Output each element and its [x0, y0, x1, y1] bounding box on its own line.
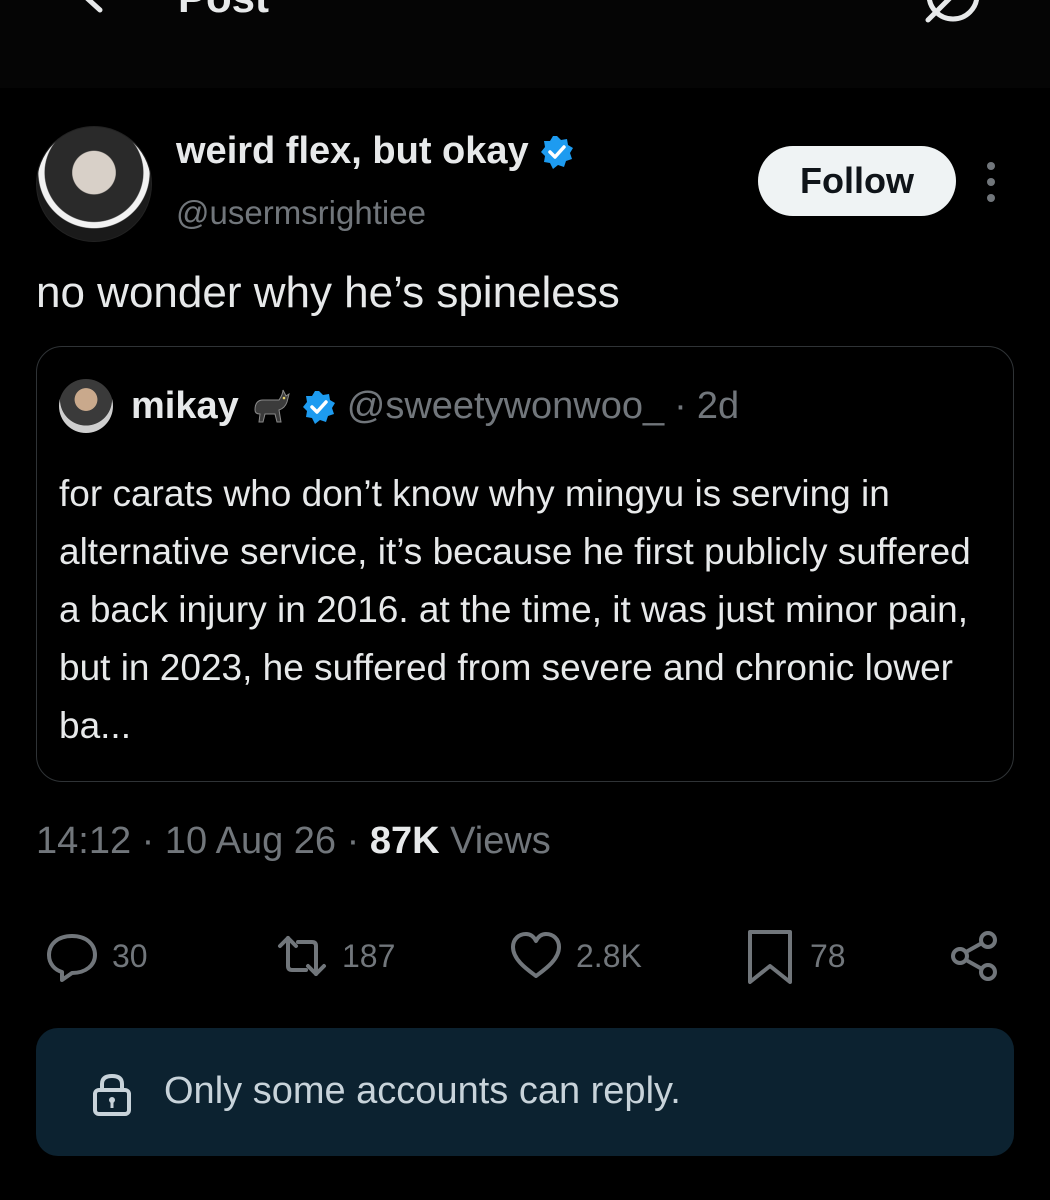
post-meta: 14:12 · 10 Aug 26 · 87K Views — [36, 820, 551, 863]
like-button[interactable]: 2.8K — [508, 928, 642, 984]
separator-dot: · — [346, 820, 360, 862]
quoted-post[interactable]: mikay @sweetywonwoo_ · 2d for carats who… — [36, 346, 1014, 782]
quoted-timestamp: 2d — [696, 385, 740, 427]
post-text: no wonder why he’s spineless — [36, 268, 620, 317]
top-bar: Post — [0, 0, 1050, 88]
post-time: 14:12 — [36, 820, 132, 862]
separator-dot: · — [674, 385, 687, 427]
verified-badge-icon — [302, 390, 335, 424]
repost-button[interactable]: 187 — [274, 928, 395, 984]
quoted-header: mikay @sweetywonwoo_ · 2d — [131, 385, 739, 428]
lock-icon — [93, 1073, 131, 1116]
reply-restriction-banner: Only some accounts can reply. — [36, 1028, 1014, 1156]
follow-button[interactable]: Follow — [758, 146, 956, 216]
cat-emoji-icon — [254, 389, 290, 422]
reply-count: 30 — [112, 937, 148, 974]
author-handle[interactable]: @usermsrightiee — [176, 194, 426, 232]
reply-icon — [47, 934, 97, 982]
like-count: 2.8K — [576, 937, 642, 974]
more-options-icon[interactable] — [982, 160, 1000, 204]
quoted-author-avatar[interactable] — [59, 379, 113, 433]
views-label: Views — [450, 820, 551, 862]
share-button[interactable] — [946, 928, 1002, 984]
heart-icon — [511, 932, 561, 978]
action-bar: 30 187 2.8K 78 — [0, 920, 1050, 1000]
author-name-row[interactable]: weird flex, but okay — [176, 130, 575, 173]
quoted-text: for carats who don’t know why mingyu is … — [59, 473, 971, 746]
bookmark-count: 78 — [810, 937, 846, 974]
author-display-name[interactable]: weird flex, but okay — [176, 130, 529, 173]
quoted-display-name: mikay — [131, 385, 239, 427]
verified-badge-icon — [540, 135, 573, 169]
reply-button[interactable]: 30 — [44, 928, 148, 984]
views-count[interactable]: 87K — [370, 820, 440, 862]
quoted-handle: @sweetywonwoo_ — [346, 385, 665, 427]
page-title: Post — [178, 0, 269, 22]
separator-dot: · — [141, 820, 155, 862]
grok-icon[interactable] — [918, 0, 988, 30]
repost-icon — [278, 936, 326, 976]
share-icon — [951, 931, 997, 981]
reply-restriction-text: Only some accounts can reply. — [164, 1070, 681, 1112]
repost-count: 187 — [342, 937, 396, 974]
bookmark-button[interactable]: 78 — [742, 928, 846, 984]
bookmark-icon — [748, 930, 792, 984]
arrow-left-icon[interactable] — [60, 0, 120, 20]
post-date: 10 Aug 26 — [164, 820, 337, 862]
author-avatar[interactable] — [36, 126, 152, 242]
